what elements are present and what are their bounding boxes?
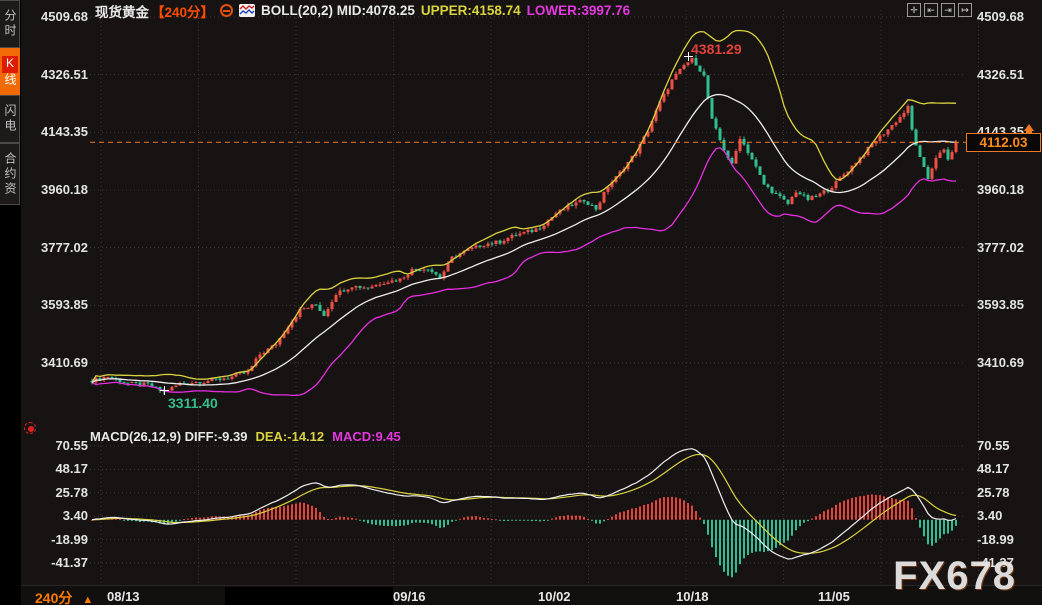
right-axis-label: 3.40 — [977, 508, 1002, 523]
pan-right-icon[interactable]: ↦ — [958, 3, 972, 17]
right-axis-label: 3960.18 — [977, 182, 1024, 197]
macd-macd-value: MACD:9.45 — [332, 429, 401, 444]
kline-chart-canvas[interactable] — [0, 0, 1042, 605]
left-tab-strip: 分时图 K线图 闪电图 合约资料 — [0, 0, 21, 605]
latest-bar-arrow-icon[interactable] — [1024, 124, 1034, 131]
tab-time-chart[interactable]: 分时图 — [0, 0, 20, 48]
last-price-label: 4112.03 — [966, 133, 1041, 152]
chart-toolbar: ✛ ⇤ ⇥ ↦ — [907, 3, 972, 17]
right-axis-label: 3410.69 — [977, 355, 1024, 370]
date-tick-label: 08/13 — [107, 589, 140, 604]
left-axis-label: 3593.85 — [30, 297, 88, 312]
tab-k-prefix: K — [2, 56, 18, 73]
boll-mid-value: BOLL(20,2) MID:4078.25 — [261, 3, 415, 18]
right-axis-label: 70.55 — [977, 438, 1010, 453]
high-price-annotation: 4381.29 — [691, 41, 742, 57]
tab-lightning-chart[interactable]: 闪电图 — [0, 95, 20, 143]
fx678-watermark: FX678 — [893, 554, 1016, 599]
zoom-in-icon[interactable]: ⇥ — [941, 3, 955, 17]
bottom-bar-mask — [225, 587, 393, 605]
date-tick-label: 09/16 — [393, 589, 426, 604]
left-axis-label: 3.40 — [30, 508, 88, 523]
zoom-out-icon[interactable]: ⇤ — [924, 3, 938, 17]
macd-layer — [91, 449, 957, 578]
boll-upper-line — [92, 31, 956, 383]
left-axis-label: 70.55 — [30, 438, 88, 453]
tab-label: 分时图 — [0, 9, 17, 39]
candlestick-layer — [91, 55, 958, 394]
right-axis-label: 4509.68 — [977, 9, 1024, 24]
chevron-up-icon: ▲ — [82, 594, 93, 605]
low-price-annotation: 3311.40 — [168, 395, 218, 411]
chart-header: 现货黄金【240分】 BOLL(20,2) MID:4078.25 UPPER:… — [95, 2, 630, 19]
grid-layer — [90, 10, 979, 583]
boll-upper-value: UPPER:4158.74 — [421, 3, 521, 18]
left-axis-label: 25.78 — [30, 485, 88, 500]
crosshair-tool-icon[interactable]: ✛ — [907, 3, 921, 17]
right-axis-label: -18.99 — [977, 532, 1014, 547]
tab-kline-chart[interactable]: K线图 — [0, 48, 20, 95]
boll-lower-line — [92, 148, 956, 396]
right-axis-label: 25.78 — [977, 485, 1010, 500]
right-axis-label: 3777.02 — [977, 240, 1024, 255]
date-tick-label: 11/05 — [818, 589, 850, 604]
period-selector[interactable]: 240分▲ — [35, 588, 93, 605]
left-axis-label: 4509.68 — [30, 9, 88, 24]
boll-mid-line — [92, 95, 956, 386]
collapse-icon[interactable] — [220, 4, 233, 17]
left-axis-label: 4326.51 — [30, 67, 88, 82]
indicator-chart-icon[interactable] — [239, 4, 255, 17]
date-tick-label: 10/02 — [538, 589, 571, 604]
macd-diff-value: MACD(26,12,9) DIFF:-9.39 — [90, 429, 247, 444]
date-tick-label: 10/18 — [676, 589, 709, 604]
high-point-marker — [684, 52, 693, 61]
right-axis-label: 3593.85 — [977, 297, 1024, 312]
time-axis-bar: 240分▲ 08/13 09/16 10/02 10/18 11/05 — [21, 585, 1042, 605]
left-axis-label: 4143.35 — [30, 124, 88, 139]
left-axis-label: 3960.18 — [30, 182, 88, 197]
last-price-value: 4112.03 — [979, 135, 1027, 150]
macd-header: MACD(26,12,9) DIFF:-9.39 DEA:-14.12 MACD… — [90, 429, 401, 444]
tab-contract-info[interactable]: 合约资料 — [0, 143, 20, 205]
left-axis-label: -18.99 — [30, 532, 88, 547]
boll-lower-value: LOWER:3997.76 — [527, 3, 631, 18]
left-axis-label: -41.37 — [30, 555, 88, 570]
period-title: 【240分】 — [151, 1, 214, 21]
macd-dea-value: DEA:-14.12 — [255, 429, 324, 444]
alert-dot-icon[interactable] — [23, 421, 39, 437]
symbol-title: 现货黄金 — [95, 1, 149, 21]
right-axis-label: 4326.51 — [977, 67, 1024, 82]
right-axis-label: 48.17 — [977, 461, 1010, 476]
trading-app-window: 分时图 K线图 闪电图 合约资料 现货黄金【240分】 BOLL(20,2) M… — [0, 0, 1042, 605]
left-axis-label: 48.17 — [30, 461, 88, 476]
low-point-marker — [160, 386, 169, 395]
tab-label: 合约资料 — [0, 152, 17, 197]
left-axis-label: 3410.69 — [30, 355, 88, 370]
tab-label: 闪电图 — [0, 104, 17, 134]
left-axis-label: 3777.02 — [30, 240, 88, 255]
